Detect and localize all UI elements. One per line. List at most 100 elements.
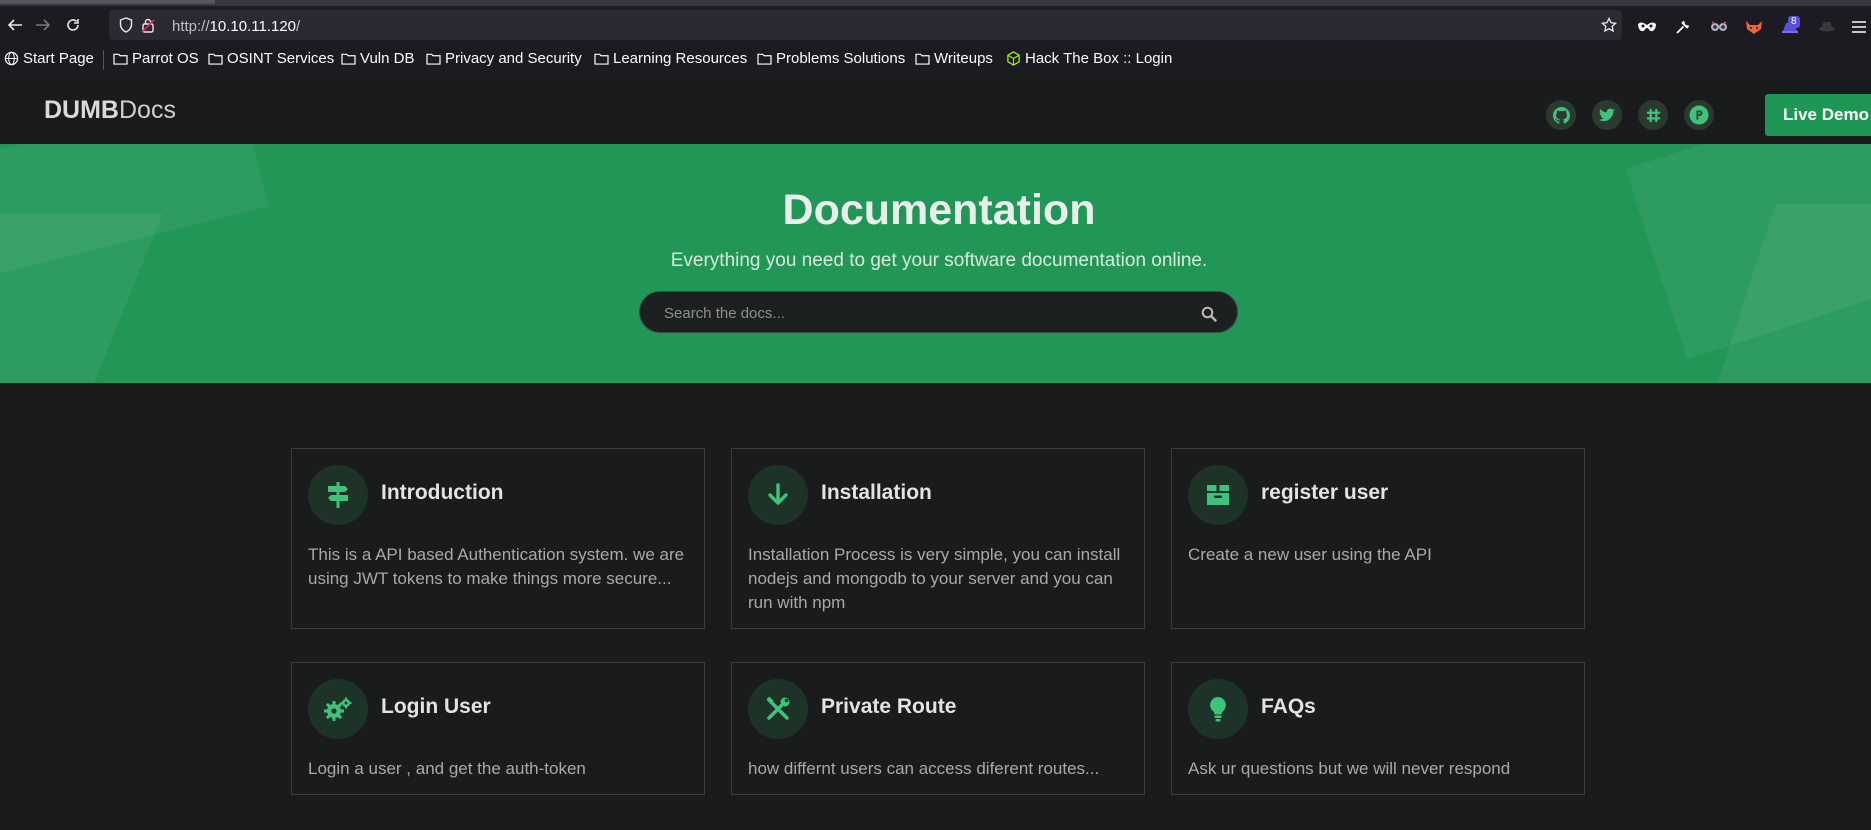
slack-link[interactable] xyxy=(1638,100,1668,130)
folder-icon xyxy=(113,53,128,65)
card-title: Introduction xyxy=(381,481,504,504)
page-subtitle: Everything you need to get your software… xyxy=(670,250,1208,271)
bookmark-label: Privacy and Security xyxy=(445,50,582,67)
active-tab-indicator[interactable] xyxy=(0,0,215,4)
fox-extension-icon[interactable] xyxy=(1743,16,1765,38)
doc-card-faqs[interactable]: FAQs Ask ur questions but we will never … xyxy=(1171,662,1585,795)
product-hunt-link[interactable] xyxy=(1684,100,1714,130)
forward-arrow-icon xyxy=(36,19,51,31)
folder-icon xyxy=(341,53,356,65)
bookmark-folder-vuln-db[interactable]: Vuln DB xyxy=(341,50,414,67)
card-title: Installation xyxy=(821,481,932,504)
card-title: Login User xyxy=(381,695,491,718)
github-link[interactable] xyxy=(1546,100,1576,130)
card-icon-wrap xyxy=(748,465,808,525)
bookmark-hack-the-box-login[interactable]: Hack The Box :: Login xyxy=(1006,50,1172,67)
hamburger-menu-icon[interactable] xyxy=(1848,16,1870,38)
bookmark-label: Learning Resources xyxy=(613,50,748,67)
private-mask-icon[interactable] xyxy=(1636,16,1658,38)
forward-button[interactable] xyxy=(31,13,55,37)
browser-chrome: http://10.10.11.120/ 8 Start Page Parrot… xyxy=(0,0,1871,74)
card-description: Create a new user using the API xyxy=(1188,545,1432,564)
slack-icon xyxy=(1646,108,1660,122)
product-hunt-icon xyxy=(1689,105,1709,125)
shield-icon[interactable] xyxy=(117,16,135,34)
htb-cube-icon xyxy=(1007,51,1020,66)
folder-icon xyxy=(208,53,223,65)
doc-card-installation[interactable]: Installation Installation Process is ver… xyxy=(731,448,1145,629)
globe-icon xyxy=(4,51,19,66)
bookmark-folder-privacy-and-security[interactable]: Privacy and Security xyxy=(426,50,582,67)
card-description: how differnt users can access diferent r… xyxy=(748,759,1100,778)
page-title: Documentation xyxy=(782,186,1096,234)
doc-card-register-user[interactable]: register user Create a new user using th… xyxy=(1171,448,1585,629)
card-description: This is a API based Authentication syste… xyxy=(308,545,685,588)
navigation-bar: http://10.10.11.120/ 8 xyxy=(0,8,1871,42)
bookmark-label: Hack The Box :: Login xyxy=(1025,50,1173,67)
twitter-link[interactable] xyxy=(1592,100,1622,130)
url-text[interactable]: http://10.10.11.120/ xyxy=(172,18,300,35)
doc-card-introduction[interactable]: Introduction This is a API based Authent… xyxy=(291,448,705,629)
folder-icon xyxy=(426,53,441,65)
arrow-down-icon xyxy=(768,483,788,505)
hero-section: Documentation Everything you need to get… xyxy=(0,144,1871,383)
bookmark-folder-osint-services[interactable]: OSINT Services xyxy=(208,50,334,67)
bookmark-folder-parrot-os[interactable]: Parrot OS xyxy=(113,50,199,67)
site-logo[interactable]: DUMBDocs xyxy=(44,96,176,125)
site-header: DUMBDocs Live Demo xyxy=(0,74,1871,144)
search-button[interactable] xyxy=(1198,303,1220,325)
card-description: Ask ur questions but we will never respo… xyxy=(1188,759,1511,778)
back-arrow-icon xyxy=(7,19,22,31)
lightbulb-icon xyxy=(1210,697,1226,722)
bookmark-label: Problems Solutions xyxy=(776,50,906,67)
folder-icon xyxy=(594,53,609,65)
bookmark-star-icon[interactable] xyxy=(1600,16,1618,34)
bookmark-start-page[interactable]: Start Page xyxy=(4,50,94,67)
card-icon-wrap xyxy=(1188,465,1248,525)
bookmarks-separator xyxy=(103,50,104,70)
logo-bold-text: DUMB xyxy=(44,96,119,124)
tools-icon xyxy=(766,696,790,720)
bookmark-label: Start Page xyxy=(23,50,94,67)
docs-search-box xyxy=(639,291,1238,333)
live-demo-button[interactable]: Live Demo xyxy=(1765,94,1871,136)
bookmark-folder-learning-resources[interactable]: Learning Resources xyxy=(594,50,747,67)
card-icon-wrap xyxy=(308,679,368,739)
bookmark-label: Writeups xyxy=(934,50,993,67)
folder-icon xyxy=(915,53,930,65)
card-icon-wrap xyxy=(1188,679,1248,739)
github-icon xyxy=(1552,106,1570,124)
owl-extension-icon[interactable] xyxy=(1708,16,1730,38)
url-bar[interactable]: http://10.10.11.120/ xyxy=(109,10,1622,40)
insecure-lock-icon[interactable] xyxy=(139,16,157,34)
bookmark-folder-problems-solutions[interactable]: Problems Solutions xyxy=(757,50,905,67)
card-description: Login a user , and get the auth-token xyxy=(308,759,586,778)
bookmark-label: Vuln DB xyxy=(360,50,415,67)
spy-hat-icon[interactable] xyxy=(1816,16,1838,38)
doc-card-private-route[interactable]: Private Route how differnt users can acc… xyxy=(731,662,1145,795)
back-button[interactable] xyxy=(3,13,27,37)
card-title: register user xyxy=(1261,481,1389,504)
bookmark-folder-writeups[interactable]: Writeups xyxy=(915,50,993,67)
box-icon xyxy=(1207,485,1229,505)
card-description: Installation Process is very simple, you… xyxy=(748,545,1121,612)
search-icon xyxy=(1201,306,1217,322)
search-input[interactable] xyxy=(662,302,1166,324)
card-title: FAQs xyxy=(1261,695,1316,718)
card-icon-wrap xyxy=(308,465,368,525)
signpost-icon xyxy=(328,482,348,508)
bookmarks-toolbar: Start Page Parrot OS OSINT Services Vuln… xyxy=(0,46,1871,72)
card-title: Private Route xyxy=(821,695,957,718)
reload-button[interactable] xyxy=(61,13,85,37)
extension-badge: 8 xyxy=(1788,16,1800,28)
cogs-icon xyxy=(324,697,352,721)
card-icon-wrap xyxy=(748,679,808,739)
doc-card-login-user[interactable]: Login User Login a user , and get the au… xyxy=(291,662,705,795)
tab-strip xyxy=(0,0,1871,6)
url-scheme: http:// xyxy=(172,18,210,35)
wrench-icon[interactable] xyxy=(1672,16,1694,38)
bookmark-label: OSINT Services xyxy=(227,50,335,67)
url-path: / xyxy=(296,18,301,35)
folder-icon xyxy=(757,53,772,65)
twitter-icon xyxy=(1599,108,1615,122)
